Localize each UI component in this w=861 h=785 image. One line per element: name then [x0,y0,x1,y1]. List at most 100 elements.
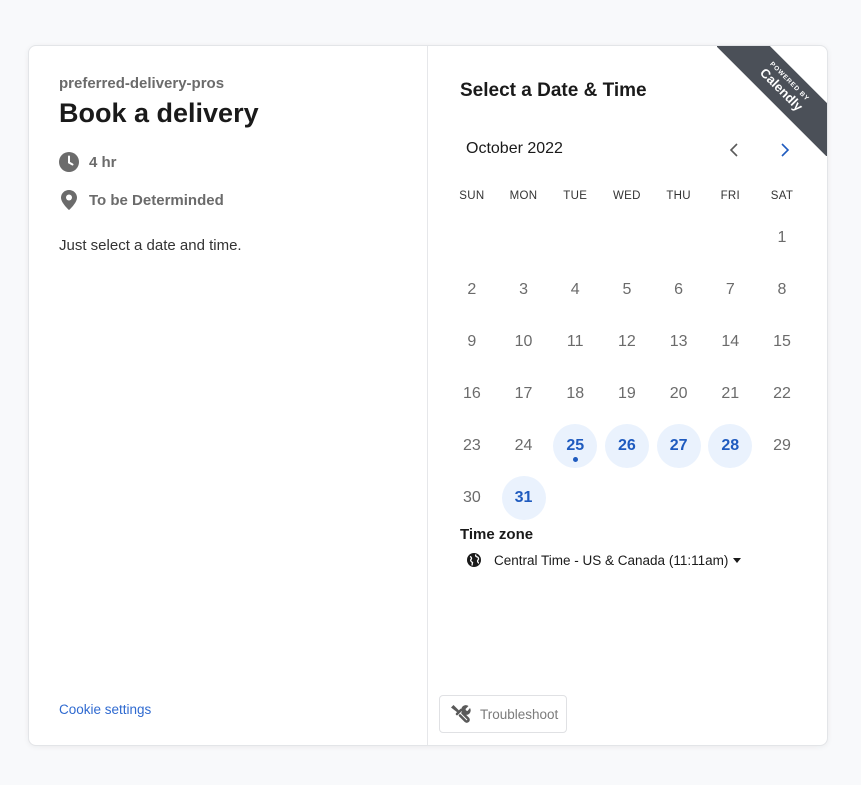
caret-down-icon [733,557,742,563]
day-cell: 28 [704,420,756,472]
unavailable-day: 3 [502,268,546,312]
event-details-panel: preferred-delivery-pros Book a delivery … [29,46,428,745]
select-date-time-heading: Select a Date & Time [460,80,647,101]
day-cell: 5 [601,264,653,316]
empty-day-cell [653,212,705,264]
available-day-button[interactable]: 31 [501,476,546,520]
unavailable-day: 16 [450,372,494,416]
day-cell: 3 [498,264,550,316]
day-number: 5 [622,281,632,298]
day-number: 27 [669,437,688,454]
location-pin-icon [59,190,79,210]
day-cell: 1 [756,212,808,264]
day-number: 20 [669,385,688,402]
unavailable-day: 13 [657,320,701,364]
day-number: 30 [462,489,481,506]
month-label: October 2022 [466,140,563,157]
day-cell: 22 [756,368,808,420]
day-cell: 21 [704,368,756,420]
clock-icon [59,152,79,172]
unavailable-day: 19 [605,372,649,416]
cookie-settings-link[interactable]: Cookie settings [59,702,151,717]
day-number: 2 [467,281,477,298]
day-cell: 27 [653,420,705,472]
day-cell: 9 [446,316,498,368]
day-number: 11 [566,333,584,350]
day-number: 3 [519,281,528,298]
event-duration: 4 hr [59,152,117,172]
unavailable-day: 8 [760,268,804,312]
day-number: 22 [773,385,791,402]
unavailable-day: 29 [760,424,804,468]
available-day-button[interactable]: 27 [656,424,701,468]
unavailable-day: 23 [450,424,494,468]
day-cell: 6 [653,264,705,316]
unavailable-day: 20 [657,372,701,416]
event-title: Book a delivery [59,98,259,128]
day-cell: 29 [756,420,808,472]
weekday-label: TUE [563,190,588,202]
weekday-header-row: SUN MON TUE WED THU FRI SAT [446,190,816,202]
empty-day-cell [601,212,653,264]
day-number: 31 [514,489,533,506]
day-cell: 13 [653,316,705,368]
day-number: 14 [721,333,740,350]
day-number: 26 [618,437,636,454]
day-number: 7 [725,281,735,298]
day-number: 18 [566,385,585,402]
event-description: Just select a date and time. [59,237,242,254]
unavailable-day: 5 [605,268,649,312]
available-day-button[interactable]: 25 [553,424,598,468]
day-cell: 24 [498,420,550,472]
day-number: 28 [721,437,740,454]
day-cell: 20 [653,368,705,420]
available-day-button[interactable]: 28 [708,424,753,468]
day-cell: 25 [549,420,601,472]
day-number: 24 [514,437,533,454]
weekday-label: WED [613,190,641,202]
day-number: 8 [777,281,787,298]
day-number: 12 [618,333,636,350]
location-text: To be Determinded [89,191,224,209]
day-number: 4 [570,281,580,298]
day-number: 29 [773,437,791,454]
timezone-label: Time zone [460,526,534,543]
day-cell: 23 [446,420,498,472]
day-cell: 11 [549,316,601,368]
troubleshoot-button[interactable]: Troubleshoot [439,695,568,733]
timezone-select[interactable]: Central Time - US & Canada (11:11am) [466,552,742,568]
available-day-button[interactable]: 26 [604,424,649,468]
day-cell: 14 [704,316,756,368]
day-cell: 8 [756,264,808,316]
unavailable-day: 17 [502,372,546,416]
day-cell: 18 [549,368,601,420]
unavailable-day: 6 [657,268,701,312]
unavailable-day: 30 [450,476,494,520]
unavailable-day: 14 [708,320,752,364]
day-cell: 2 [446,264,498,316]
day-cell: 4 [549,264,601,316]
day-cell: 19 [601,368,653,420]
empty-day-cell [704,212,756,264]
day-number: 1 [777,229,787,246]
powered-by-calendly-badge[interactable]: POWERED BY Calendly [717,46,827,156]
event-location: To be Determinded [59,190,224,210]
unavailable-day: 11 [553,320,597,364]
unavailable-day: 9 [450,320,494,364]
today-indicator-dot [572,457,578,462]
unavailable-day: 22 [760,372,804,416]
powered-by-badge-wrap: POWERED BY Calendly [717,46,827,156]
unavailable-day: 2 [450,268,494,312]
wrench-icon [451,705,471,723]
empty-day-cell [446,212,498,264]
day-cell: 26 [601,420,653,472]
day-cell: 10 [498,316,550,368]
timezone-value: Central Time - US & Canada (11:11am) [494,552,729,568]
unavailable-day: 1 [760,216,804,260]
weekday-label: MON [509,190,538,202]
day-number: 19 [618,385,636,402]
unavailable-day: 12 [605,320,649,364]
day-number: 16 [462,385,481,402]
weekday-label: FRI [720,190,740,202]
day-cell: 12 [601,316,653,368]
